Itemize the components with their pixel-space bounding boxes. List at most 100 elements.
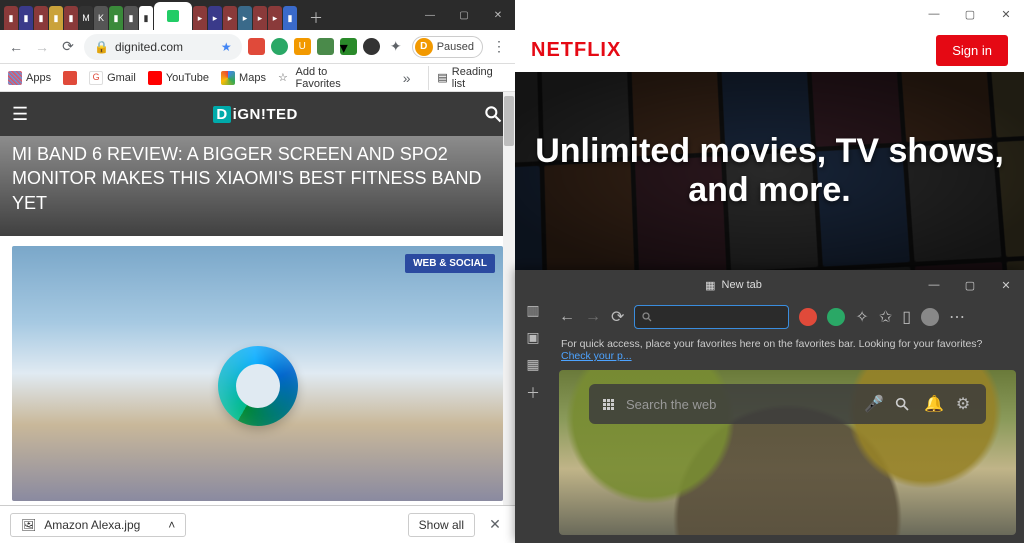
bookmark-gmail[interactable]: GGmail [89, 71, 136, 85]
app-launcher-icon[interactable] [603, 399, 614, 410]
apps-shortcut[interactable]: Apps [8, 71, 51, 85]
bookmark-icon [63, 71, 77, 85]
netflix-logo[interactable]: NETFLIX [531, 39, 621, 62]
youtube-icon [148, 71, 162, 85]
background-tab[interactable]: K [94, 6, 108, 30]
background-tab[interactable]: ▮ [283, 6, 297, 30]
reading-list-button[interactable]: ▤Reading list [428, 66, 507, 90]
active-tab[interactable] [154, 2, 192, 30]
ntp-search-bar[interactable]: Search the web 🎤 🔔 ⚙ [589, 384, 986, 424]
maximize-button[interactable]: ▢ [447, 1, 481, 29]
close-shelf-button[interactable]: ✕ [485, 515, 505, 535]
netflix-titlebar: — ▢ ✕ [515, 0, 1024, 28]
new-tab-button[interactable]: ＋ [304, 6, 328, 30]
background-tab[interactable]: ▸ [268, 6, 282, 30]
reload-button[interactable]: ⟳ [611, 307, 624, 327]
bookmark-youtube[interactable]: YouTube [148, 71, 209, 85]
tab-actions-button[interactable]: ▥ [526, 302, 539, 319]
background-tab[interactable]: ▸ [208, 6, 222, 30]
extension-icon[interactable] [271, 38, 288, 55]
gmail-icon: G [89, 71, 103, 85]
background-tab[interactable]: ▮ [19, 6, 33, 30]
menu-button[interactable]: ☰ [12, 104, 28, 125]
bookmark-maps[interactable]: Maps [221, 71, 266, 85]
vertical-tab[interactable]: ▦ [526, 356, 539, 373]
close-button[interactable]: ✕ [988, 270, 1024, 300]
voice-search-icon[interactable]: 🎤 [864, 394, 882, 414]
address-bar[interactable]: 🔒 dignited.com ★ [84, 34, 242, 60]
edge-address-bar[interactable] [634, 305, 789, 329]
maps-icon [221, 71, 235, 85]
maximize-button[interactable]: ▢ [952, 270, 988, 300]
hint-link[interactable]: Check your p... [561, 350, 632, 362]
background-tab[interactable]: M [79, 6, 93, 30]
search-input[interactable]: Search the web [626, 397, 852, 412]
collections-icon[interactable]: ▯ [902, 307, 911, 327]
background-tab[interactable]: ▸ [253, 6, 267, 30]
scrollbar-thumb[interactable] [504, 96, 514, 146]
extension-icon[interactable] [317, 38, 334, 55]
favorites-icon[interactable]: ✩ [879, 307, 892, 327]
signin-button[interactable]: Sign in [936, 35, 1008, 66]
background-tab[interactable]: ▮ [124, 6, 138, 30]
bookmark-overflow[interactable]: » [397, 68, 416, 88]
site-logo[interactable]: DiGN!TED [213, 106, 298, 123]
minimize-button[interactable]: — [916, 0, 952, 28]
maximize-button[interactable]: ▢ [952, 0, 988, 28]
new-tab-button[interactable]: ＋ [526, 383, 540, 403]
back-button[interactable]: ← [559, 308, 575, 326]
search-icon[interactable] [894, 396, 912, 412]
bookmark-item[interactable] [63, 71, 77, 85]
tab-label[interactable]: New tab [722, 279, 762, 291]
chrome-menu-button[interactable]: ⋮ [489, 37, 509, 57]
settings-icon[interactable]: ⚙ [954, 394, 972, 414]
back-button[interactable]: ← [6, 37, 26, 57]
show-all-button[interactable]: Show all [408, 513, 475, 537]
close-button[interactable]: ✕ [988, 0, 1024, 28]
star-icon: ☆ [278, 71, 292, 85]
background-tab[interactable]: ▸ [193, 6, 207, 30]
category-badge[interactable]: WEB & SOCIAL [405, 254, 495, 273]
reload-button[interactable]: ⟳ [58, 37, 78, 57]
settings-menu-button[interactable]: ⋯ [949, 307, 965, 327]
background-tab[interactable]: ▸ [223, 6, 237, 30]
background-tab[interactable]: ▮ [64, 6, 78, 30]
star-icon[interactable]: ★ [221, 40, 232, 54]
vertical-tab[interactable]: ▣ [526, 329, 539, 346]
minimize-button[interactable]: — [916, 270, 952, 300]
profile-avatar: D [415, 38, 433, 56]
extension-icon[interactable]: ▾ [340, 38, 357, 55]
scrollbar-track[interactable] [503, 92, 515, 505]
download-item[interactable]: 🖼 Amazon Alexa.jpg ˄ [10, 513, 186, 537]
extension-icon[interactable] [799, 308, 817, 326]
favorites-bar-hint: For quick access, place your favorites h… [551, 334, 1024, 370]
hero-headline: Unlimited movies, TV shows, and more. [515, 132, 1024, 210]
background-tab[interactable]: ▸ [238, 6, 252, 30]
edge-body: ▥ ▣ ▦ ＋ ← → ⟳ ✧ ✩ ▯ [515, 300, 1024, 543]
minimize-button[interactable]: — [413, 1, 447, 29]
extension-icon[interactable] [827, 308, 845, 326]
background-tab[interactable]: ▮ [4, 6, 18, 30]
chevron-up-icon[interactable]: ˄ [168, 518, 175, 532]
close-button[interactable]: ✕ [481, 1, 515, 29]
bookmark-add-favorites[interactable]: ☆Add to Favorites [278, 66, 373, 90]
extension-icon[interactable] [248, 38, 265, 55]
extensions-icon[interactable]: ✧ [855, 307, 868, 327]
extensions-menu-icon[interactable]: ✦ [386, 37, 406, 57]
extension-icon[interactable] [363, 38, 380, 55]
article-card[interactable]: WEB & SOCIAL [12, 246, 503, 501]
download-filename: Amazon Alexa.jpg [44, 518, 140, 532]
hero-headline[interactable]: MI BAND 6 REVIEW: A BIGGER SCREEN AND SP… [0, 136, 515, 236]
background-tab[interactable]: ▮ [109, 6, 123, 30]
background-tab[interactable]: ▮ [49, 6, 63, 30]
window-controls: — ▢ ✕ [413, 1, 515, 29]
notifications-icon[interactable]: 🔔 [924, 394, 942, 414]
extension-icon[interactable]: U [294, 38, 311, 55]
forward-button[interactable]: → [32, 37, 52, 57]
profile-paused-chip[interactable]: D Paused [412, 36, 483, 58]
profile-avatar[interactable] [921, 308, 939, 326]
background-tab[interactable]: ▮ [34, 6, 48, 30]
background-tab[interactable]: ▮ [139, 6, 153, 30]
search-button[interactable] [483, 104, 503, 124]
forward-button[interactable]: → [585, 308, 601, 326]
